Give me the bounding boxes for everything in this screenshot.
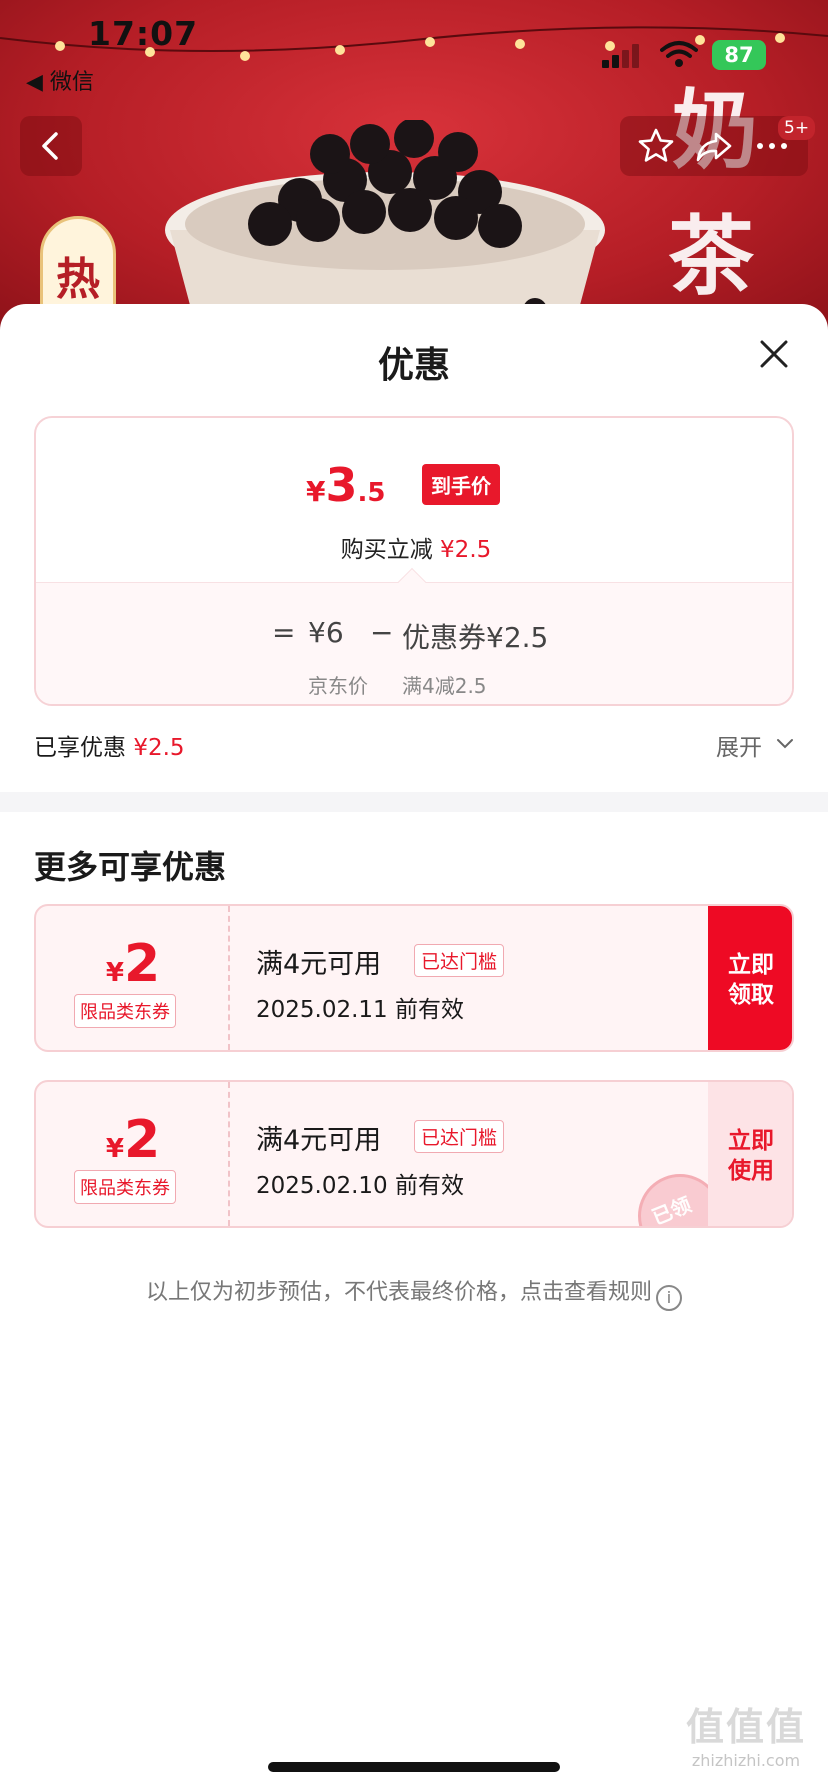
bubble-tea-cup-image — [165, 120, 605, 330]
action-line: 领取 — [728, 982, 774, 1008]
message-count-badge: 5+ — [778, 116, 816, 140]
coupon-validity: 2025.02.10 前有效 — [256, 1173, 464, 1199]
back-button[interactable] — [20, 116, 82, 176]
coupon-validity: 2025.02.11 前有效 — [256, 997, 464, 1023]
coupon-amount-value: 2 — [123, 1110, 161, 1170]
expand-button[interactable]: 展开 — [716, 728, 762, 762]
threshold-reached-tag: 已达门槛 — [414, 1120, 505, 1153]
coupon-label: 优惠券 — [402, 621, 487, 654]
home-indicator[interactable] — [268, 1762, 560, 1772]
coupon-amount: ¥2 — [36, 934, 230, 994]
claim-coupon-button[interactable]: 立即 领取 — [708, 906, 792, 1050]
coupon-kind-tag: 限品类东券 — [74, 1170, 176, 1204]
site-watermark: 值值值 zhizhizhi.com — [676, 1696, 816, 1770]
enjoyed-value: ¥2.5 — [133, 735, 185, 761]
equals-sign: = — [272, 616, 296, 649]
coupon-amount: ¥2 — [36, 1110, 230, 1170]
info-icon[interactable]: i — [656, 1285, 682, 1311]
coupon-rule: 满4减2.5 — [402, 674, 487, 698]
share-icon[interactable] — [694, 126, 734, 166]
claimed-stamp-label: 已领 — [648, 1192, 695, 1228]
discount-sheet: 优惠 ¥3.5 到手价 购买立减 ¥2.5 = ¥6 京东价 − 优惠券¥2.5… — [0, 304, 828, 1792]
coupon-value: ¥2.5 — [486, 621, 549, 654]
buy-reduce-line: 购买立减 ¥2.5 — [36, 530, 792, 564]
signal-icon — [602, 44, 639, 68]
banner-text: 茶 — [668, 206, 754, 307]
action-line: 使用 — [728, 1158, 774, 1184]
buy-reduce-label: 购买立减 — [340, 537, 433, 563]
price-breakdown-card: ¥3.5 到手价 购买立减 ¥2.5 = ¥6 京东价 − 优惠券¥2.5 满4… — [34, 416, 794, 706]
battery-level: 87 — [724, 43, 754, 67]
currency-symbol: ¥ — [105, 1134, 124, 1164]
chevron-left-icon — [42, 132, 58, 160]
status-time: 17:07 — [88, 14, 199, 53]
hot-badge-label: 热 — [56, 254, 100, 305]
coupon-condition: 满4元可用 — [256, 949, 382, 980]
battery-indicator: 87 — [712, 40, 766, 70]
coupon-amount-value: 2 — [123, 934, 161, 994]
coupon-card: ¥2 限品类东券 满4元可用 已达门槛 2025.02.11 前有效 立即 领取 — [34, 904, 794, 1052]
price-estimate-notice[interactable]: 以上仅为初步预估，不代表最终价格，点击查看规则 i — [0, 1274, 828, 1311]
minus-sign: − — [370, 616, 394, 649]
enjoyed-label: 已享优惠 — [34, 735, 126, 761]
action-line: 立即 — [728, 952, 774, 978]
buy-reduce-value: ¥2.5 — [440, 537, 492, 563]
coupon-card: ¥2 限品类东券 满4元可用 已达门槛 2025.02.10 前有效 已领 立即… — [34, 1080, 794, 1228]
watermark-site: zhizhizhi.com — [691, 1751, 801, 1770]
more-discounts-title: 更多可享优惠 — [34, 848, 227, 886]
price-integer: 3 — [325, 458, 358, 512]
currency-symbol: ¥ — [105, 958, 124, 988]
coupon-condition: 满4元可用 — [256, 1125, 382, 1156]
close-icon[interactable] — [756, 336, 792, 372]
final-price: ¥3.5 — [306, 458, 385, 512]
price-decimal: .5 — [357, 478, 386, 508]
use-coupon-button[interactable]: 立即 使用 — [708, 1082, 792, 1226]
wifi-icon — [660, 41, 698, 67]
jd-price-label: 京东价 — [308, 674, 368, 698]
notice-text: 以上仅为初步预估，不代表最终价格，点击查看规则 — [145, 1280, 652, 1305]
coupon-kind-tag: 限品类东券 — [74, 994, 176, 1028]
sheet-title: 优惠 — [377, 345, 450, 386]
action-line: 立即 — [728, 1128, 774, 1154]
section-divider — [0, 792, 828, 812]
back-to-wechat-link[interactable]: ◀ 微信 — [26, 64, 94, 96]
coupon-deduction: 优惠券¥2.5 — [402, 616, 548, 656]
chevron-down-icon[interactable] — [776, 738, 794, 750]
currency-symbol: ¥ — [306, 475, 326, 508]
final-price-tag: 到手价 — [422, 464, 500, 505]
star-icon[interactable] — [636, 126, 676, 166]
jd-price: ¥6 — [308, 616, 344, 649]
threshold-reached-tag: 已达门槛 — [414, 944, 505, 977]
enjoyed-discount: 已享优惠 ¥2.5 — [34, 728, 185, 762]
watermark-logo: 值值值 — [685, 1705, 806, 1749]
